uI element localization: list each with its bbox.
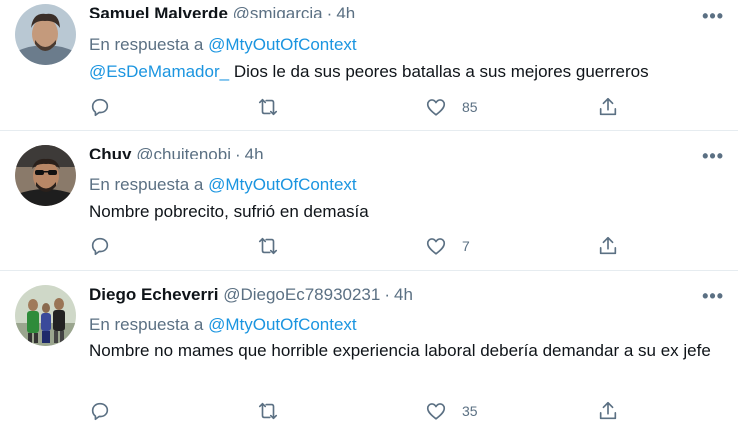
reply-mention-link[interactable]: @MtyOutOfContext xyxy=(208,315,357,334)
share-button[interactable] xyxy=(597,400,619,422)
like-count: 35 xyxy=(462,403,478,419)
like-count: 7 xyxy=(462,238,470,254)
tweet-header: Diego Echeverri @DiegoEc78930231 · 4h xyxy=(89,285,413,305)
separator-dot: · xyxy=(326,4,333,18)
user-handle[interactable]: @DiegoEc78930231 xyxy=(223,285,380,304)
reply-icon xyxy=(91,237,109,256)
like-button[interactable]: 85 xyxy=(425,96,478,118)
tweet-actions: 85 xyxy=(89,96,629,118)
retweet-icon xyxy=(258,402,278,420)
display-name[interactable]: Diego Echeverri xyxy=(89,285,218,304)
timestamp[interactable]: 4h xyxy=(336,4,355,18)
timestamp[interactable]: 4h xyxy=(394,285,413,304)
tweet-card[interactable]: Chuy @chuitenobi · 4h ••• En respuesta a @… xyxy=(0,131,738,271)
like-button[interactable]: 35 xyxy=(425,400,478,422)
retweet-button[interactable] xyxy=(257,235,279,257)
tweet-actions: 7 xyxy=(89,235,629,257)
reply-context: En respuesta a @MtyOutOfContext xyxy=(89,174,357,196)
more-options-icon[interactable]: ••• xyxy=(702,146,724,167)
like-count: 85 xyxy=(462,99,478,115)
separator-dot: · xyxy=(235,145,241,159)
more-options-icon[interactable]: ••• xyxy=(702,6,724,27)
reply-context: En respuesta a @MtyOutOfContext xyxy=(89,314,357,336)
tweet-card[interactable]: Samuel Malverde @smigarcia · 4h ••• En res… xyxy=(0,0,738,131)
share-icon xyxy=(599,236,617,255)
tweet-header: Samuel Malverde @smigarcia · 4h xyxy=(89,4,355,18)
avatar[interactable] xyxy=(15,4,76,65)
tweet-header: Chuy @chuitenobi · 4h xyxy=(89,145,264,159)
like-button[interactable]: 7 xyxy=(425,235,470,257)
display-name[interactable]: Chuy xyxy=(89,145,132,159)
body-mention-link[interactable]: @EsDeMamador_ xyxy=(89,62,229,81)
display-name[interactable]: Samuel Malverde xyxy=(89,4,228,18)
reply-icon xyxy=(91,98,109,117)
tweet-body-text: Dios le da sus peores batallas a sus mej… xyxy=(229,62,649,81)
reply-button[interactable] xyxy=(89,235,111,257)
tweet-text: Nombre no mames que horrible experiencia… xyxy=(89,338,719,364)
avatar[interactable] xyxy=(15,285,76,346)
avatar[interactable] xyxy=(15,145,76,206)
reply-mention-link[interactable]: @MtyOutOfContext xyxy=(208,35,357,54)
user-handle[interactable]: @smigarcia xyxy=(233,4,323,18)
share-button[interactable] xyxy=(597,235,619,257)
share-icon xyxy=(599,401,617,420)
reply-button[interactable] xyxy=(89,400,111,422)
reply-prefix: En respuesta a xyxy=(89,175,209,194)
user-handle[interactable]: @chuitenobi xyxy=(136,145,231,159)
reply-context: En respuesta a @MtyOutOfContext xyxy=(89,34,357,56)
heart-icon xyxy=(426,99,446,116)
share-button[interactable] xyxy=(597,96,619,118)
separator-dot: · xyxy=(384,285,391,304)
timestamp[interactable]: 4h xyxy=(245,145,264,159)
tweet-body-text: Nombre pobrecito, sufrió en demasía xyxy=(89,202,369,221)
reply-mention-link[interactable]: @MtyOutOfContext xyxy=(208,175,357,194)
reply-icon xyxy=(91,402,109,421)
more-options-icon[interactable]: ••• xyxy=(702,286,724,307)
retweet-icon xyxy=(258,237,278,255)
retweet-button[interactable] xyxy=(257,400,279,422)
reply-button[interactable] xyxy=(89,96,111,118)
share-icon xyxy=(599,97,617,116)
reply-prefix: En respuesta a xyxy=(89,35,209,54)
tweet-text: @EsDeMamador_ Dios le da sus peores bata… xyxy=(89,59,719,85)
retweet-button[interactable] xyxy=(257,96,279,118)
retweet-icon xyxy=(258,98,278,116)
reply-prefix: En respuesta a xyxy=(89,315,209,334)
heart-icon xyxy=(426,403,446,420)
tweet-actions: 35 xyxy=(89,400,629,422)
tweet-card[interactable]: Diego Echeverri @DiegoEc78930231 · 4h ••• … xyxy=(0,271,738,427)
tweet-body-text: Nombre no mames que horrible experiencia… xyxy=(89,341,711,360)
tweet-text: Nombre pobrecito, sufrió en demasía xyxy=(89,199,719,225)
heart-icon xyxy=(426,238,446,255)
